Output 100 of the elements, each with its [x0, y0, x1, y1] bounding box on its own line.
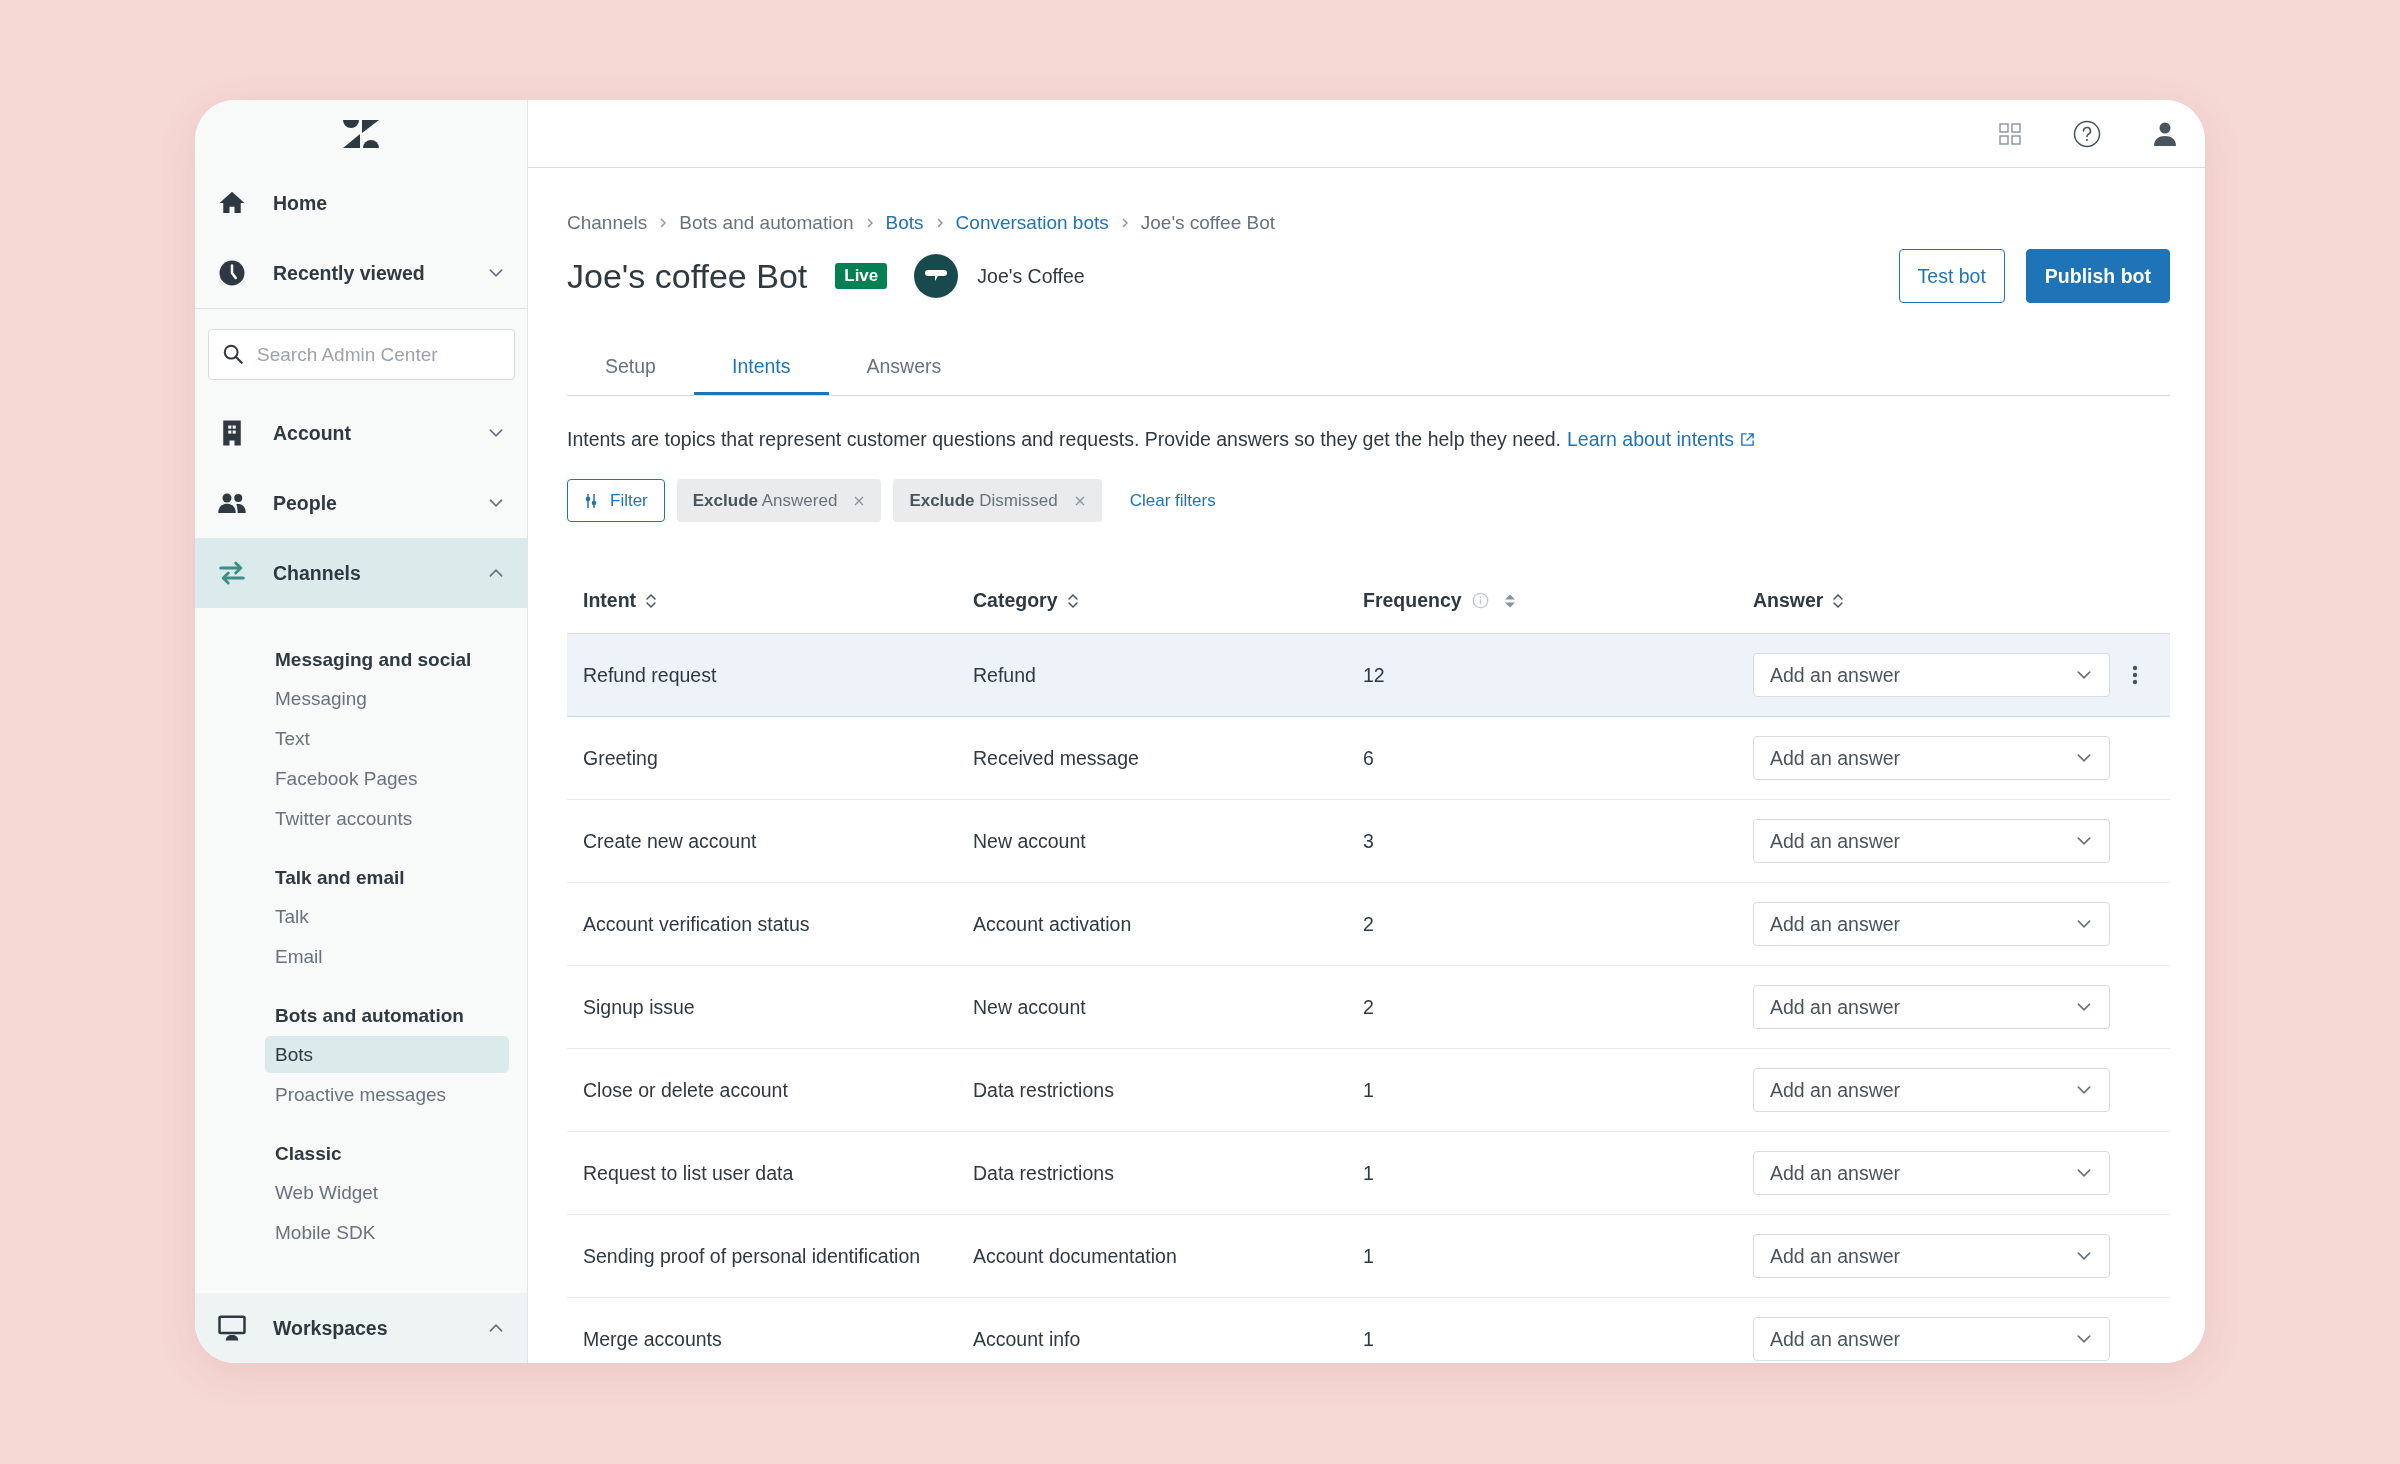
table-cell-text: 12 — [1362, 663, 1386, 687]
table-cell-text: Sending proof of personal identification — [582, 1244, 922, 1268]
close-icon[interactable] — [853, 494, 866, 507]
answer-dropdown[interactable]: Add an answer — [1753, 985, 2110, 1029]
tab[interactable]: Setup — [567, 341, 694, 395]
nav-item[interactable]: Account — [195, 398, 527, 468]
table-cell-text: 2 — [1362, 995, 1375, 1019]
table-cell-text: 6 — [1362, 746, 1375, 770]
sort-icon[interactable] — [644, 591, 659, 610]
monitor-icon — [217, 1313, 247, 1343]
section-heading: Talk and email — [274, 866, 406, 890]
table-cell-text: Data restrictions — [972, 1161, 1115, 1185]
filter-button[interactable]: Filter — [567, 479, 665, 522]
table-cell-text: Close or delete account — [582, 1078, 789, 1102]
sidebar-item[interactable]: Proactive messages — [265, 1076, 509, 1113]
sidebar-item[interactable]: Twitter accounts — [265, 800, 509, 837]
table-cell-text: Greeting — [582, 746, 659, 770]
table-row[interactable]: Account verification status Account activation 2 Add an answer — [567, 883, 2170, 966]
help-icon[interactable] — [2073, 119, 2101, 148]
breadcrumb-item: Bots and automation — [679, 212, 854, 234]
answer-dropdown[interactable]: Add an answer — [1753, 1151, 2110, 1195]
answer-dropdown[interactable]: Add an answer — [1753, 902, 2110, 946]
sidebar-item[interactable]: Talk — [265, 898, 509, 935]
answer-dropdown[interactable]: Add an answer — [1753, 736, 2110, 780]
table-cell-text: Data restrictions — [972, 1078, 1115, 1102]
learn-more-link[interactable]: Learn about intents — [1567, 428, 1755, 451]
table-row[interactable]: Request to list user data Data restrictions 1 Add an answer — [567, 1132, 2170, 1215]
sidebar-item[interactable]: Mobile SDK — [265, 1214, 509, 1251]
table-cell-text: Account documentation — [972, 1244, 1178, 1268]
table-cell-text: Request to list user data — [582, 1161, 795, 1185]
nav-item[interactable]: Recently viewed — [195, 238, 527, 308]
sidebar-item[interactable]: Text — [265, 720, 509, 757]
table-row[interactable]: Greeting Received message 6 Add an answer — [567, 717, 2170, 800]
answer-dropdown[interactable]: Add an answer — [1753, 1068, 2110, 1112]
table-cell-text: New account — [972, 829, 1087, 853]
filter-tag[interactable]: Exclude Answered — [676, 479, 882, 522]
table-cell-text: Account info — [972, 1327, 1082, 1351]
apps-icon[interactable] — [1999, 122, 2021, 145]
table-cell-text: Account activation — [972, 912, 1133, 936]
answer-dropdown[interactable]: Add an answer — [1753, 653, 2110, 697]
close-icon[interactable] — [1073, 494, 1086, 507]
sidebar-item[interactable]: Bots — [265, 1036, 509, 1073]
table-cell-text: 1 — [1362, 1244, 1375, 1268]
table-cell-text: Refund — [972, 663, 1037, 687]
sidebar-item[interactable]: Web Widget — [265, 1174, 509, 1211]
publish-button[interactable]: Publish bot — [2025, 249, 2170, 303]
answer-dropdown[interactable]: Add an answer — [1753, 1234, 2110, 1278]
breadcrumb-item: Joe's coffee Bot — [1140, 212, 1276, 234]
clear-filters-link[interactable]: Clear filters — [1129, 490, 1216, 511]
breadcrumb-link[interactable]: Bots — [885, 212, 924, 234]
table-row[interactable]: Close or delete account Data restrictions 1 Add an answer — [567, 1049, 2170, 1132]
section-heading: Bots and automation — [274, 1004, 465, 1028]
table-row[interactable]: Sending proof of personal identification Account documentation 1 Add an answer — [567, 1215, 2170, 1298]
breadcrumb-item: Channels — [567, 212, 648, 234]
table-cell-text: Account verification status — [582, 912, 811, 936]
column-header[interactable]: Answer — [1753, 589, 1824, 612]
table-cell-text: Create new account — [582, 829, 758, 853]
brand-avatar — [914, 254, 959, 298]
sort-icon[interactable] — [1831, 591, 1846, 610]
table-row[interactable]: Create new account New account 3 Add an answer — [567, 800, 2170, 883]
column-header[interactable]: Intent — [583, 589, 637, 612]
test-button[interactable]: Test bot — [1898, 249, 2005, 303]
nav-item[interactable]: People — [195, 468, 527, 538]
nav-item[interactable]: Workspaces — [195, 1293, 527, 1363]
description-text: Intents are topics that represent customer questions and requests. Provide answers so they get the help they need. — [567, 428, 1561, 451]
column-header[interactable]: Category — [973, 589, 1058, 612]
table-cell-text: 1 — [1362, 1161, 1375, 1185]
search-field[interactable]: Search Admin Center — [208, 329, 515, 380]
table-cell-text: 1 — [1362, 1327, 1375, 1351]
nav-item[interactable]: Home — [195, 168, 527, 238]
logo-icon — [343, 120, 379, 148]
table-cell-text: Signup issue — [582, 995, 696, 1019]
tab[interactable]: Answers — [828, 341, 980, 395]
user-icon[interactable] — [2153, 120, 2177, 147]
section-heading: Messaging and social — [274, 648, 473, 672]
status-badge: Live — [835, 263, 888, 289]
answer-dropdown[interactable]: Add an answer — [1753, 819, 2110, 863]
table-row[interactable]: Refund request Refund 12 Add an answer — [567, 634, 2170, 717]
table-cell-text: Refund request — [582, 663, 718, 687]
breadcrumb-link[interactable]: Conversation bots — [955, 212, 1109, 234]
sliders-icon — [584, 492, 598, 509]
column-header[interactable]: Frequency — [1363, 589, 1462, 612]
sidebar-item[interactable]: Facebook Pages — [265, 760, 509, 797]
answer-dropdown[interactable]: Add an answer — [1753, 1317, 2110, 1361]
table-row[interactable]: Merge accounts Account info 1 Add an answer — [567, 1298, 2170, 1363]
sidebar-item[interactable]: Email — [265, 938, 509, 975]
table-row[interactable]: Signup issue New account 2 Add an answer — [567, 966, 2170, 1049]
filter-tag[interactable]: Exclude Dismissed — [893, 479, 1102, 522]
clock-icon — [217, 258, 247, 288]
nav-item[interactable]: Channels — [195, 538, 527, 608]
external-link-icon — [1739, 432, 1755, 447]
more-icon[interactable] — [2132, 665, 2138, 685]
section-heading: Classic — [274, 1142, 343, 1166]
tab[interactable]: Intents — [693, 341, 829, 395]
table-cell-text: 3 — [1362, 829, 1375, 853]
sort-icon[interactable] — [1065, 591, 1080, 610]
brand-name: Joe's Coffee — [977, 264, 1085, 288]
sidebar-item[interactable]: Messaging — [265, 680, 509, 717]
table-cell-text: Merge accounts — [582, 1327, 723, 1351]
table-cell-text: New account — [972, 995, 1087, 1019]
